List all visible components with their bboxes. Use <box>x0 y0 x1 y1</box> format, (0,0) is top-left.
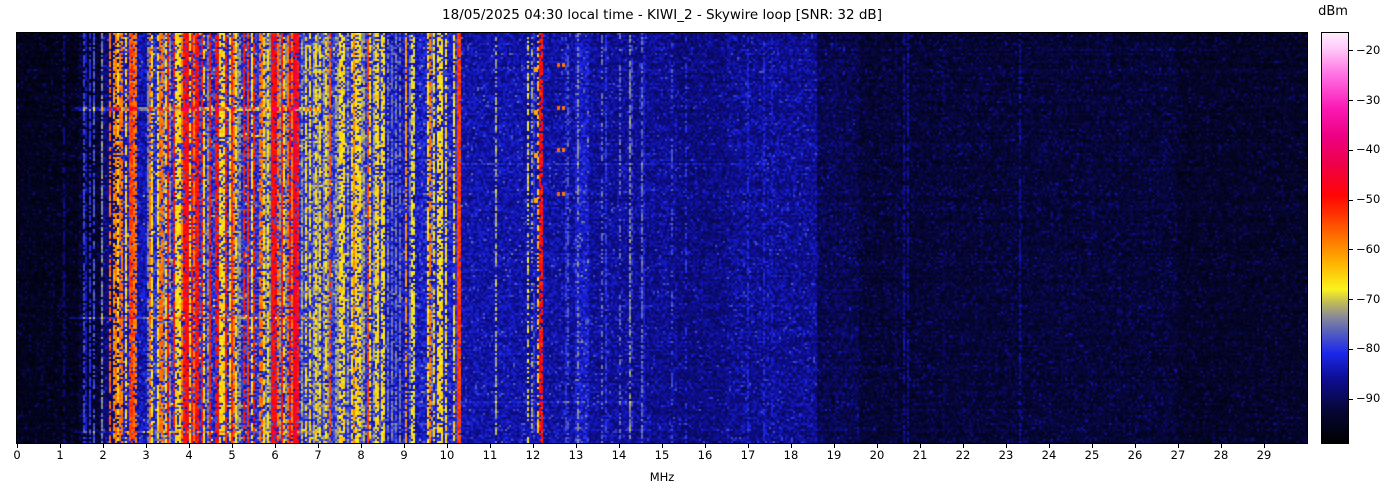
x-axis-label: MHz <box>649 470 675 484</box>
colorbar <box>1321 32 1349 444</box>
colorbar-tick-label: −20 <box>1356 43 1381 57</box>
x-tick-label: 15 <box>654 448 670 462</box>
colorbar-tick-label: −90 <box>1356 391 1381 405</box>
x-tick-label: 27 <box>1170 448 1186 462</box>
x-tick-label: 13 <box>568 448 584 462</box>
x-tick-label: 14 <box>611 448 627 462</box>
waterfall-canvas <box>17 33 1307 443</box>
x-tick-label: 26 <box>1127 448 1143 462</box>
x-tick-label: 1 <box>56 448 64 462</box>
colorbar-tick-mark <box>1349 200 1353 201</box>
x-tick-label: 28 <box>1213 448 1229 462</box>
colorbar-tick-mark <box>1349 50 1353 51</box>
colorbar-tick-label: −80 <box>1356 341 1381 355</box>
colorbar-tick-mark <box>1349 349 1353 350</box>
x-tick-label: 11 <box>482 448 498 462</box>
x-tick-label: 20 <box>869 448 885 462</box>
colorbar-tick-mark <box>1349 299 1353 300</box>
colorbar-tick-mark <box>1349 249 1353 250</box>
x-tick-label: 9 <box>400 448 408 462</box>
x-tick-label: 23 <box>998 448 1014 462</box>
x-tick-label: 10 <box>439 448 455 462</box>
x-tick-label: 24 <box>1041 448 1057 462</box>
x-tick-label: 12 <box>525 448 541 462</box>
x-tick-label: 0 <box>13 448 21 462</box>
colorbar-tick-label: −30 <box>1356 93 1381 107</box>
x-tick-label: 22 <box>955 448 971 462</box>
colorbar-tick-mark <box>1349 399 1353 400</box>
x-tick-label: 5 <box>228 448 236 462</box>
colorbar-tick-label: −50 <box>1356 192 1381 206</box>
x-tick-label: 8 <box>357 448 365 462</box>
x-tick-label: 7 <box>314 448 322 462</box>
x-tick-label: 2 <box>99 448 107 462</box>
x-tick-label: 18 <box>783 448 799 462</box>
x-tick-label: 3 <box>142 448 150 462</box>
spectrogram-figure: 18/05/2025 04:30 local time - KIWI_2 - S… <box>0 0 1400 500</box>
x-tick-label: 17 <box>740 448 756 462</box>
x-tick-label: 6 <box>271 448 279 462</box>
colorbar-gradient <box>1322 33 1348 443</box>
colorbar-tick-mark <box>1349 150 1353 151</box>
x-tick-label: 4 <box>185 448 193 462</box>
x-tick-label: 21 <box>912 448 928 462</box>
x-tick-label: 19 <box>826 448 842 462</box>
x-tick-label: 29 <box>1256 448 1272 462</box>
colorbar-tick-label: −70 <box>1356 292 1381 306</box>
x-tick-label: 25 <box>1084 448 1100 462</box>
colorbar-tick-label: −40 <box>1356 142 1381 156</box>
colorbar-tick-mark <box>1349 100 1353 101</box>
plot-area <box>16 32 1308 444</box>
plot-title: 18/05/2025 04:30 local time - KIWI_2 - S… <box>442 7 882 23</box>
x-tick-label: 16 <box>697 448 713 462</box>
colorbar-tick-label: −60 <box>1356 242 1381 256</box>
colorbar-unit-label: dBm <box>1318 4 1348 19</box>
